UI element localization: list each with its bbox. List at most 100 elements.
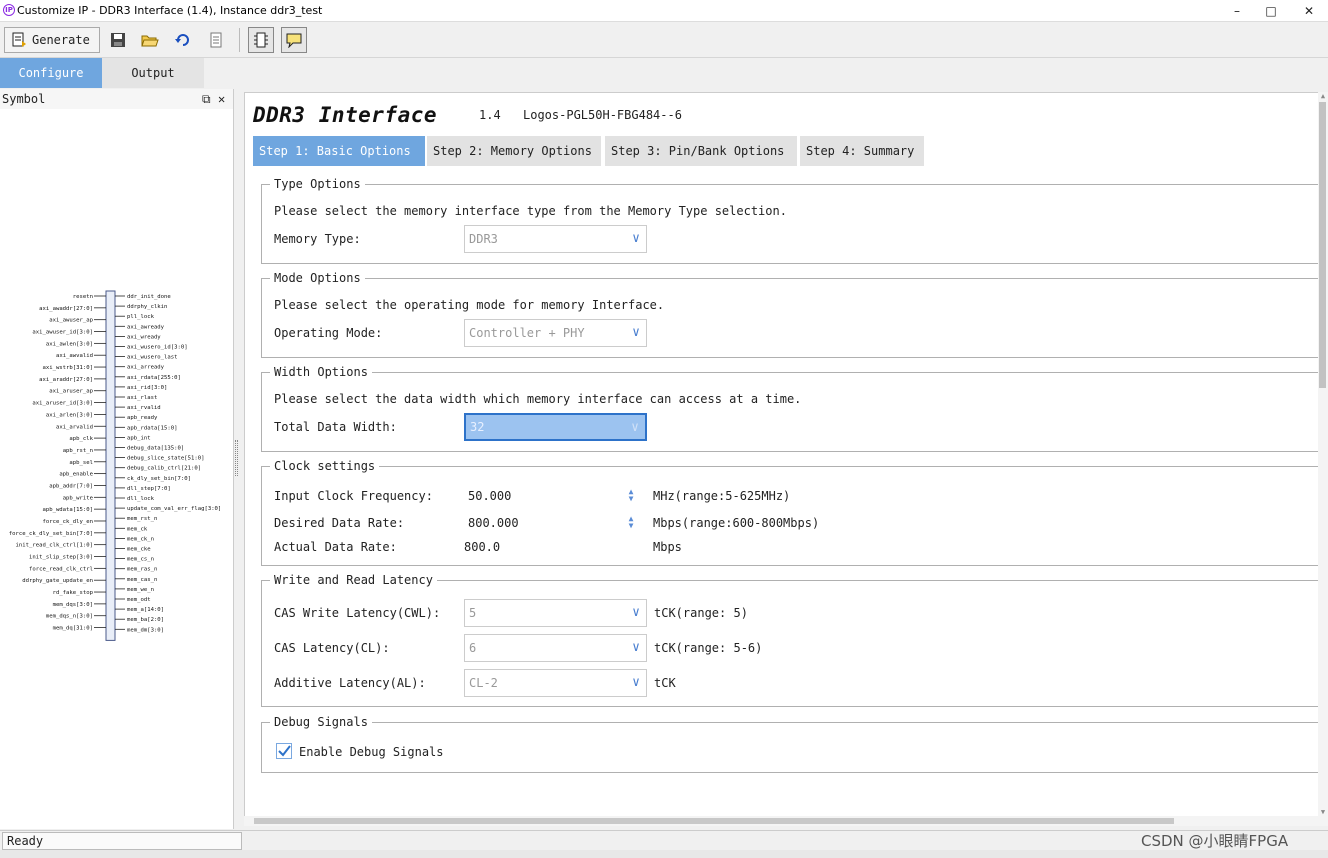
total-data-width-value: 32 (470, 420, 485, 434)
symbol-output-port: axi_wusero_last (127, 355, 178, 361)
symbol-output-port: debug_data[135:0] (127, 446, 184, 452)
symbol-input-port: axi_araddr[27:0] (39, 377, 93, 383)
restore-icon[interactable]: ⧉ (202, 89, 211, 109)
title-bar: IP Customize IP - DDR3 Interface (1.4), … (0, 0, 1328, 22)
configuration-panel: DDR3 Interface 1.4 Logos-PGL50H-FBG484--… (244, 92, 1320, 826)
toolbar: Generate (0, 22, 1328, 58)
tab-step-summary[interactable]: Step 4: Summary (800, 136, 924, 166)
cas-write-latency-label: CAS Write Latency(CWL): (274, 606, 441, 620)
symbol-output-port: ddr_init_done (127, 294, 171, 300)
symbol-input-port: apb_wdata[15:0] (42, 507, 93, 513)
checkmark-icon (278, 745, 291, 757)
symbol-input-port: mem_dqs_n[3:0] (46, 614, 93, 620)
scroll-down-icon[interactable]: ▼ (1318, 808, 1328, 816)
additive-latency-select[interactable]: CL-2 ∨ (464, 669, 647, 697)
operating-mode-select[interactable]: Controller + PHY ∨ (464, 319, 647, 347)
close-icon[interactable]: ✕ (1294, 2, 1324, 20)
symbol-input-port: apb_write (63, 495, 94, 501)
desired-data-rate-spinner-icon[interactable]: ▲ ▼ (626, 515, 636, 530)
symbol-output-port: debug_slice_state[51:0] (127, 456, 204, 462)
chevron-down-icon: ∨ (632, 675, 640, 690)
cas-write-latency-select[interactable]: 5 ∨ (464, 599, 647, 627)
symbol-input-port: init_read_clk_ctrl[1:0] (16, 543, 93, 549)
enable-debug-signals-checkbox[interactable] (276, 743, 292, 759)
actual-data-rate-value: 800.0 (464, 540, 501, 554)
status-bar: Ready (0, 830, 1328, 850)
mode-options-group: Mode Options Please select the operating… (261, 271, 1319, 358)
symbol-input-port: axi_arlen[3:0] (46, 412, 93, 418)
symbol-output-port: update_com_val_err_flag[3:0] (127, 506, 221, 512)
taskbar-strip (0, 850, 1328, 858)
cas-latency-select[interactable]: 6 ∨ (464, 634, 647, 662)
symbol-output-port: axi_wusero_id[3:0] (127, 345, 188, 351)
symbol-view-icon (254, 32, 268, 48)
latency-legend: Write and Read Latency (270, 573, 437, 587)
vertical-scroll-thumb[interactable] (1319, 102, 1326, 388)
generate-button[interactable]: Generate (4, 27, 100, 53)
symbol-output-port: dll_lock (127, 496, 155, 502)
symbol-output-port: mem_dm[3:0] (127, 627, 164, 633)
main-tabs: Configure Output (0, 58, 1328, 88)
symbol-output-port: debug_calib_ctrl[21:0] (127, 466, 201, 472)
enable-debug-signals-label[interactable]: Enable Debug Signals (299, 745, 444, 759)
type-options-group: Type Options Please select the memory in… (261, 177, 1319, 264)
minimize-icon[interactable]: – (1222, 2, 1252, 20)
document-button[interactable] (203, 27, 229, 53)
memory-type-value: DDR3 (469, 232, 498, 246)
symbol-input-port: axi_aruser_id[3:0] (32, 401, 93, 407)
symbol-input-port: apb_clk (69, 436, 93, 442)
symbol-output-port: axi_rid[3:0] (127, 385, 167, 391)
horizontal-scrollbar[interactable] (244, 816, 1318, 826)
refresh-button[interactable] (170, 27, 196, 53)
symbol-output-port: mem_rst_n (127, 516, 157, 522)
symbol-output-port: mem_ck (127, 526, 148, 532)
ip-version: 1.4 (479, 108, 501, 122)
symbol-block (105, 290, 116, 641)
panel-splitter[interactable] (235, 440, 238, 476)
operating-mode-label: Operating Mode: (274, 326, 383, 340)
ip-symbol-diagram: resetn axi_awaddr[27:0] axi_awuser_ap axi_a… (9, 290, 221, 641)
panel-close-icon[interactable]: ✕ (218, 89, 225, 109)
symbol-output-port: mem_ras_n (127, 567, 157, 573)
symbol-output-port: mem_cas_n (127, 577, 157, 583)
tab-configure[interactable]: Configure (0, 58, 102, 88)
symbol-output-port: ddrphy_clkin (127, 304, 167, 310)
symbol-output-port: axi_rlast (127, 395, 157, 401)
input-clock-spinner-icon[interactable]: ▲ ▼ (626, 488, 636, 503)
symbol-output-port: mem_we_n (127, 587, 154, 593)
save-button[interactable] (105, 27, 131, 53)
operating-mode-value: Controller + PHY (469, 326, 585, 340)
width-options-legend: Width Options (270, 365, 372, 379)
chevron-down-icon: ∨ (632, 231, 640, 246)
comment-button[interactable] (281, 27, 307, 53)
refresh-icon (175, 34, 189, 46)
symbol-input-port: axi_aruser_ap (49, 389, 93, 395)
input-clock-frequency-value[interactable]: 50.000 (468, 489, 511, 503)
cas-write-latency-value: 5 (469, 606, 477, 620)
horizontal-scroll-thumb[interactable] (254, 818, 1174, 824)
symbol-output-port: axi_rvalid (127, 405, 161, 411)
tab-step-memory-options[interactable]: Step 2: Memory Options (427, 136, 601, 166)
open-button[interactable] (137, 27, 163, 53)
desired-data-rate-value[interactable]: 800.000 (468, 516, 519, 530)
scroll-up-icon[interactable]: ▲ (1318, 92, 1328, 100)
tab-output[interactable]: Output (102, 58, 204, 88)
symbol-input-port: mem_dq[31:0] (53, 626, 93, 632)
symbol-panel: Symbol ⧉ ✕ resetn axi_awaddr[27:0] axi_awu… (0, 89, 234, 829)
open-folder-icon (141, 35, 159, 47)
tab-step-basic-options[interactable]: Step 1: Basic Options (253, 136, 425, 166)
memory-type-label: Memory Type: (274, 232, 361, 246)
symbol-input-port: force_ck_dly_en (42, 519, 93, 525)
latency-group: Write and Read Latency CAS Write Latency… (261, 573, 1319, 707)
symbol-input-port: apb_rst_n (63, 448, 93, 454)
vertical-scrollbar[interactable]: ▲ ▼ (1318, 92, 1328, 826)
total-data-width-select[interactable]: 32 ∨ (464, 413, 647, 441)
memory-type-select[interactable]: DDR3 ∨ (464, 225, 647, 253)
symbol-output-port: axi_wready (127, 334, 161, 340)
symbol-output-port: mem_a[14:0] (127, 607, 164, 613)
symbol-view-button[interactable] (248, 27, 274, 53)
maximize-icon[interactable]: □ (1256, 2, 1286, 20)
tab-step-pin-bank-options[interactable]: Step 3: Pin/Bank Options (605, 136, 797, 166)
desired-data-rate-label: Desired Data Rate: (274, 516, 405, 530)
symbol-input-port: apb_addr[7:0] (49, 483, 93, 489)
